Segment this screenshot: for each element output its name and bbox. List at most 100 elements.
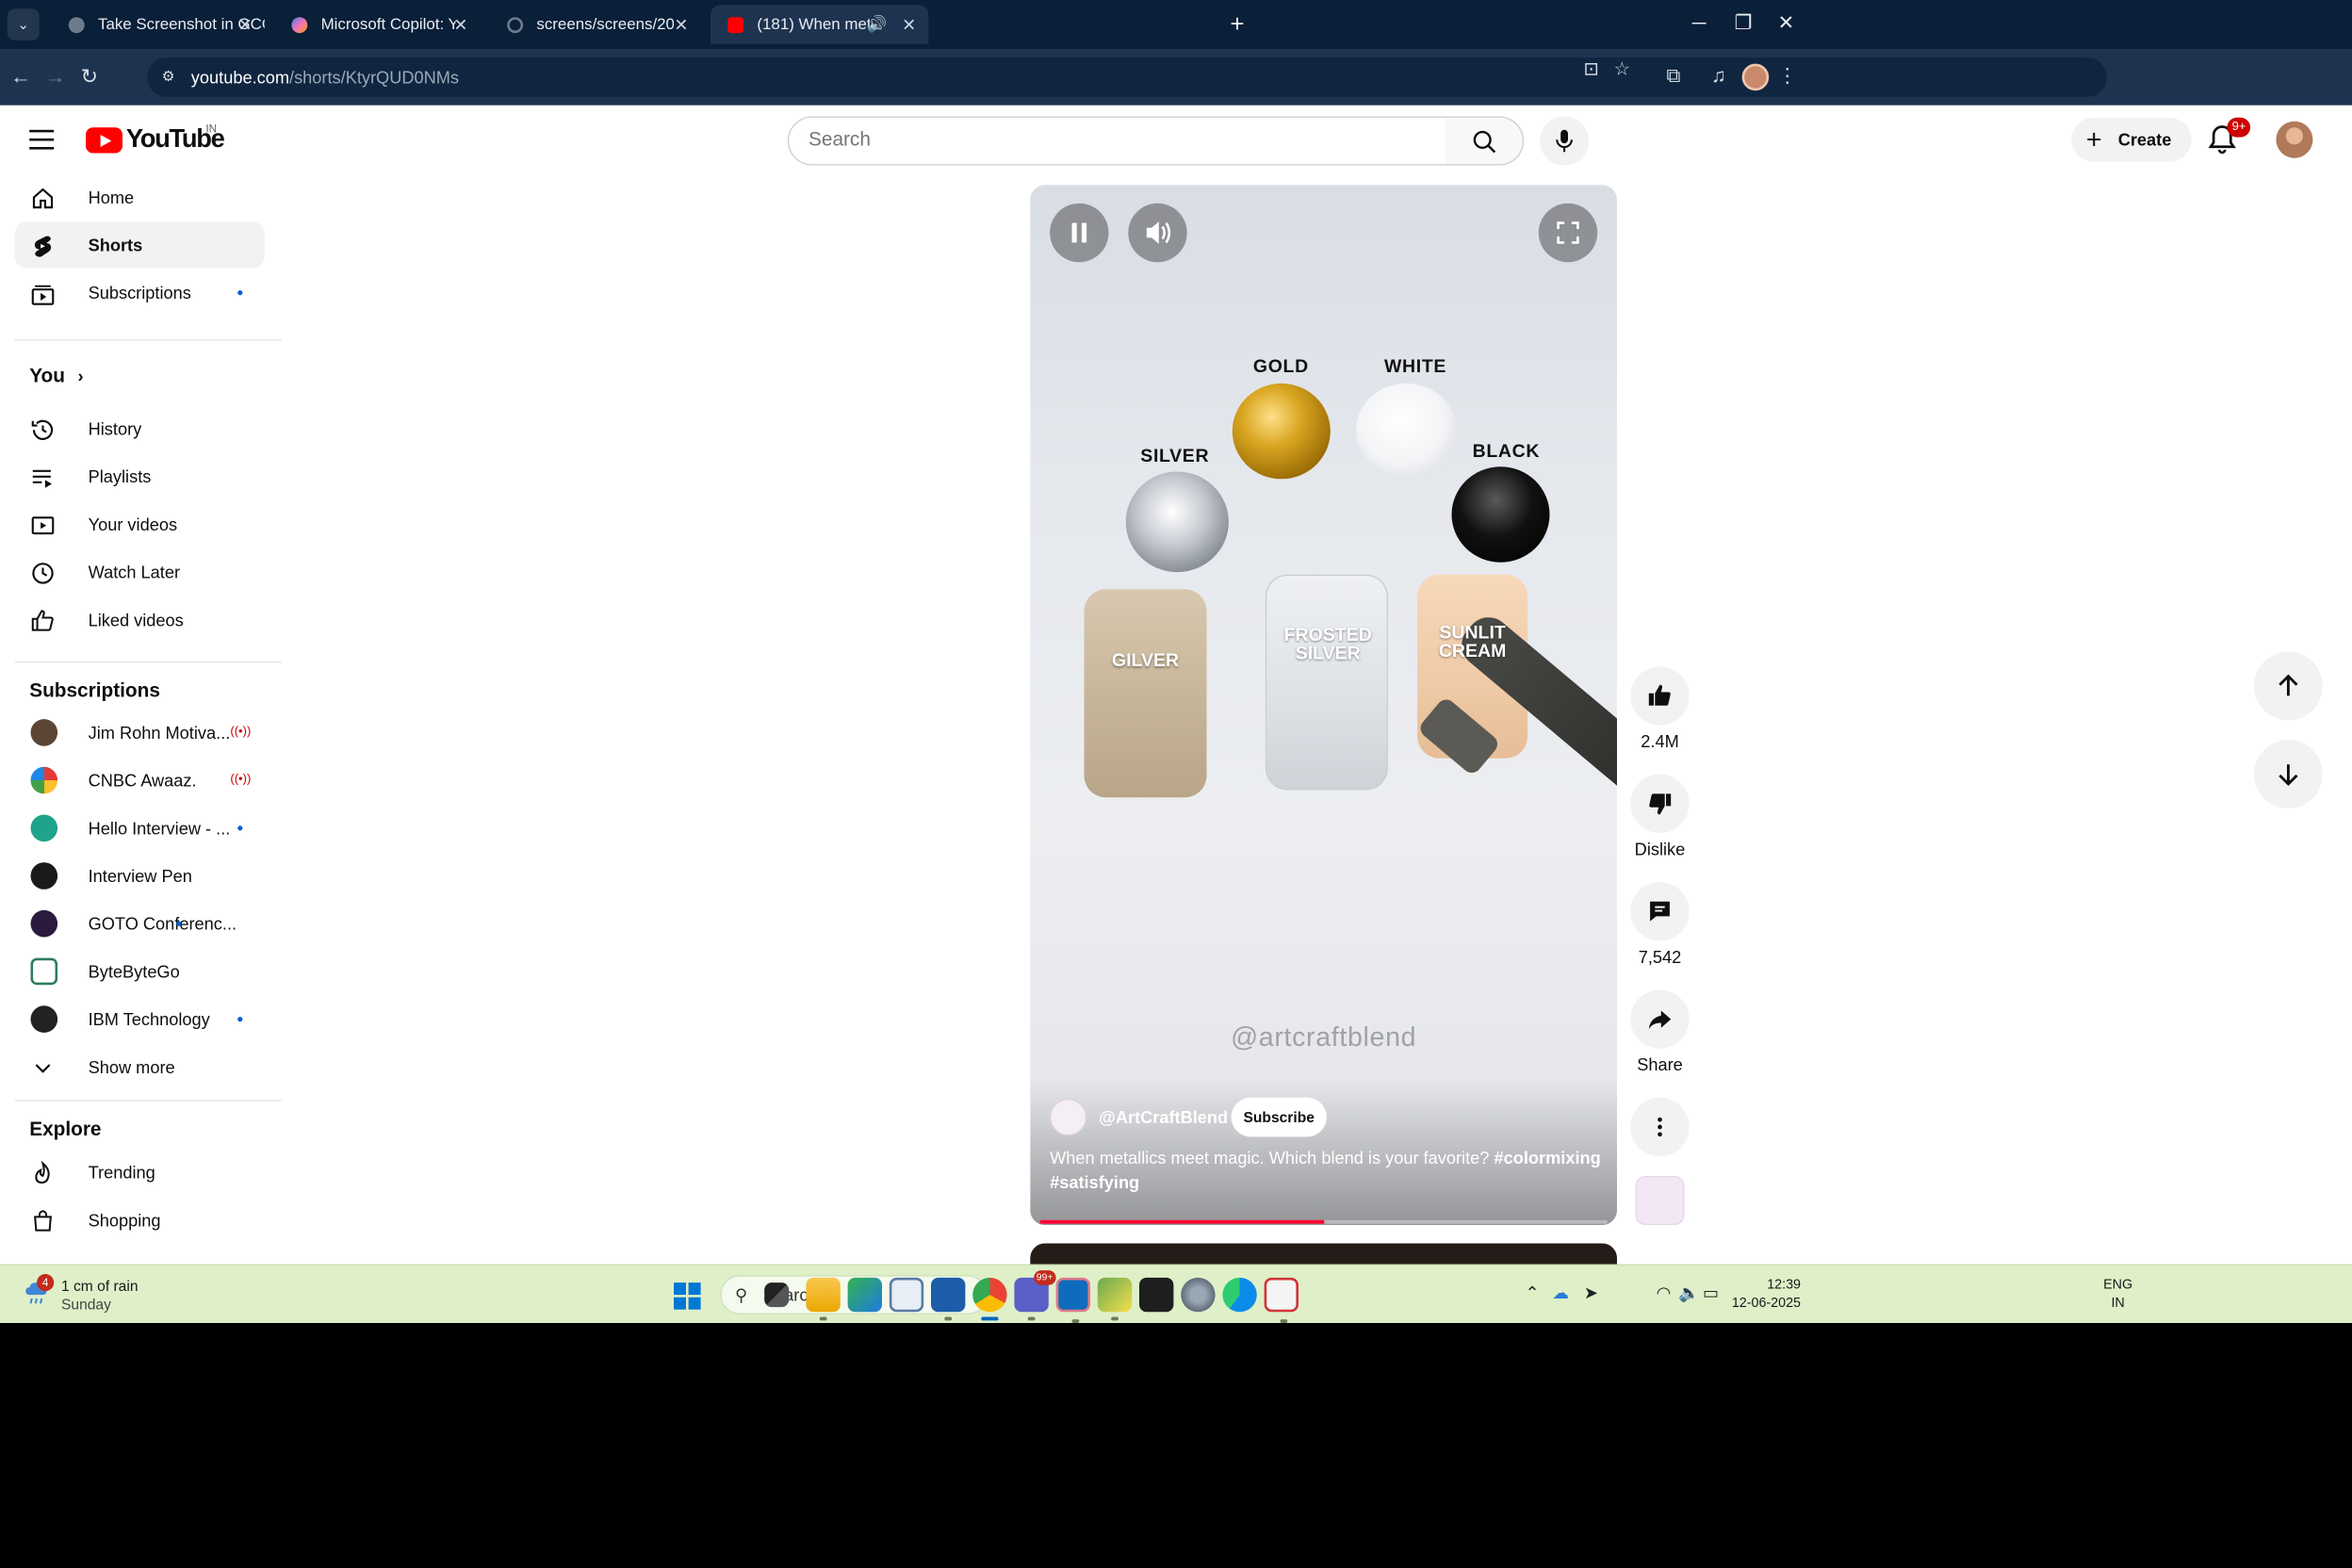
install-app-icon[interactable]: ⊡ bbox=[1580, 58, 1602, 80]
close-tab-icon[interactable]: ✕ bbox=[674, 5, 688, 44]
channel-name[interactable]: @ArtCraftBlend bbox=[1099, 1107, 1228, 1127]
tab-take-screenshot[interactable]: Take Screenshot in GCC ✕ bbox=[52, 5, 265, 44]
teams-icon[interactable]: 99+ bbox=[1014, 1270, 1056, 1321]
create-label: Create bbox=[2117, 129, 2172, 150]
sidebar-item-label: Subscriptions bbox=[88, 283, 191, 303]
create-button[interactable]: + Create bbox=[2071, 117, 2192, 162]
you-section-heading[interactable]: You › bbox=[29, 367, 83, 388]
tab-search-button[interactable]: ⌄ bbox=[7, 8, 40, 41]
swatch-label-gilver: GILVER bbox=[1111, 650, 1180, 672]
sidebar-item-label: Home bbox=[88, 187, 135, 207]
subscription-cnbc-awaaz[interactable]: CNBC Awaaz. ((•)) bbox=[15, 757, 265, 803]
site-info-icon[interactable]: ⚙ bbox=[162, 68, 182, 88]
volume-button[interactable] bbox=[1128, 203, 1187, 263]
sidebar-item-history[interactable]: History bbox=[15, 405, 265, 451]
browser-profile-avatar[interactable] bbox=[1741, 63, 1770, 91]
live-icon: ((•)) bbox=[230, 725, 252, 739]
previous-short-button[interactable] bbox=[2254, 651, 2323, 721]
sidebar-item-your-videos[interactable]: Your videos bbox=[15, 501, 265, 547]
you-heading-label: You bbox=[29, 366, 65, 387]
sidebar-item-playlists[interactable]: Playlists bbox=[15, 453, 265, 499]
close-tab-icon[interactable]: ✕ bbox=[238, 5, 253, 44]
wifi-icon[interactable]: ◠ bbox=[1657, 1282, 1672, 1303]
sidebar-item-watch-later[interactable]: Watch Later bbox=[15, 548, 265, 595]
subscription-interview-pen[interactable]: Interview Pen bbox=[15, 853, 265, 899]
copilot-app-icon[interactable] bbox=[847, 1277, 882, 1313]
sidebar-item-shopping[interactable]: Shopping bbox=[15, 1197, 265, 1243]
notification-count-badge: 9+ bbox=[2227, 117, 2251, 138]
battery-icon[interactable]: ▭ bbox=[1703, 1282, 1719, 1303]
share-button[interactable] bbox=[1630, 989, 1690, 1049]
guide-menu-icon[interactable] bbox=[27, 125, 57, 155]
chevron-down-icon bbox=[35, 1064, 51, 1073]
input-language-indicator[interactable]: ENG IN bbox=[2103, 1277, 2132, 1314]
close-window-button[interactable]: ✕ bbox=[1757, 0, 1814, 49]
task-view-icon[interactable] bbox=[764, 1282, 790, 1308]
edge-icon[interactable] bbox=[1222, 1277, 1257, 1313]
media-controls-icon[interactable]: ♫ bbox=[1703, 61, 1735, 93]
subscription-hello-interview[interactable]: Hello Interview - ... bbox=[15, 805, 265, 851]
reload-button[interactable]: ↻ bbox=[74, 61, 106, 93]
onedrive-cloud-icon[interactable]: ☁ bbox=[1552, 1282, 1569, 1303]
next-short-button[interactable] bbox=[2254, 740, 2323, 808]
voice-search-button[interactable] bbox=[1540, 116, 1590, 166]
fullscreen-icon bbox=[1557, 221, 1579, 244]
dislike-button[interactable] bbox=[1630, 774, 1690, 833]
search-input[interactable] bbox=[789, 117, 1446, 165]
tab-screens[interactable]: screens/screens/2025-06-12_0 ✕ bbox=[490, 5, 701, 44]
history-icon bbox=[31, 419, 54, 440]
show-hidden-icons-chevron-icon[interactable]: ⌃ bbox=[1526, 1282, 1540, 1303]
new-tab-button[interactable]: + bbox=[1217, 5, 1257, 44]
weather-day: Sunday bbox=[61, 1296, 111, 1314]
sidebar-item-label: Watch Later bbox=[88, 562, 181, 582]
browser-menu-icon[interactable]: ⋮ bbox=[1772, 61, 1804, 93]
lang-code: ENG bbox=[2103, 1277, 2133, 1293]
channel-avatar[interactable] bbox=[1050, 1099, 1087, 1136]
forward-button[interactable]: → bbox=[40, 61, 72, 93]
more-actions-button[interactable] bbox=[1630, 1097, 1690, 1157]
snipping-tool-icon[interactable] bbox=[1264, 1277, 1298, 1323]
tab-audio-icon[interactable]: 🔊 bbox=[867, 5, 887, 44]
close-tab-icon[interactable]: ✕ bbox=[902, 5, 916, 44]
sidebar-item-trending[interactable]: Trending bbox=[15, 1149, 265, 1195]
tab-copilot[interactable]: Microsoft Copilot: Your AI comp ✕ bbox=[274, 5, 480, 44]
video-progress-bar[interactable] bbox=[1039, 1219, 1608, 1224]
shorts-player[interactable]: GOLD WHITE SILVER BLACK GILVER FROSTED S… bbox=[1030, 185, 1617, 1225]
subscription-jim-rohn[interactable]: Jim Rohn Motiva... ((•)) bbox=[15, 710, 265, 756]
settings-gear-icon[interactable] bbox=[1181, 1277, 1216, 1313]
like-button[interactable] bbox=[1630, 666, 1690, 726]
fullscreen-button[interactable] bbox=[1538, 203, 1598, 263]
sidebar-item-home[interactable]: Home bbox=[15, 174, 265, 220]
bookmark-star-icon[interactable]: ☆ bbox=[1610, 58, 1632, 80]
search-button[interactable] bbox=[1446, 116, 1525, 166]
remote-desktop-icon[interactable] bbox=[930, 1277, 966, 1321]
gold-paint-blob bbox=[1232, 383, 1331, 480]
speaker-icon[interactable]: 🔈 bbox=[1678, 1282, 1700, 1303]
address-bar[interactable]: ⚙ youtube.com/shorts/KtyrQUD0NMs bbox=[147, 57, 2107, 97]
sidebar-item-subscriptions[interactable]: Subscriptions bbox=[15, 270, 265, 316]
chrome-icon[interactable] bbox=[972, 1277, 1007, 1321]
system-clock[interactable]: 12:39 12-06-2025 bbox=[1727, 1277, 1801, 1314]
comments-button[interactable] bbox=[1630, 881, 1690, 941]
file-explorer-icon[interactable] bbox=[806, 1277, 841, 1321]
window-app-icon[interactable] bbox=[889, 1277, 924, 1313]
sound-thumbnail[interactable] bbox=[1635, 1176, 1685, 1225]
sidebar-item-liked-videos[interactable]: Liked videos bbox=[15, 596, 265, 643]
outlook-icon[interactable] bbox=[1055, 1277, 1090, 1323]
windows-start-icon[interactable] bbox=[673, 1282, 702, 1311]
extensions-icon[interactable]: ⧉ bbox=[1658, 61, 1690, 93]
terminal-icon[interactable] bbox=[1139, 1277, 1174, 1313]
image-editor-icon[interactable] bbox=[1097, 1277, 1133, 1321]
subscription-bytebytego[interactable]: ByteByteGo bbox=[15, 948, 265, 994]
subscription-ibm-technology[interactable]: IBM Technology bbox=[15, 996, 265, 1042]
back-button[interactable]: ← bbox=[5, 61, 37, 93]
close-tab-icon[interactable]: ✕ bbox=[453, 5, 467, 44]
show-more-button[interactable]: Show more bbox=[15, 1044, 265, 1090]
account-avatar[interactable] bbox=[2276, 121, 2313, 158]
pause-button[interactable] bbox=[1050, 203, 1109, 263]
subscribe-button[interactable]: Subscribe bbox=[1231, 1097, 1327, 1137]
tab-youtube-short[interactable]: (181) When metallics meet 🔊 ✕ bbox=[710, 5, 929, 44]
sidebar-item-shorts[interactable]: Shorts bbox=[14, 221, 265, 269]
subscription-goto-conferences[interactable]: GOTO Conferenc... bbox=[15, 900, 265, 946]
location-icon[interactable]: ➤ bbox=[1584, 1282, 1598, 1303]
